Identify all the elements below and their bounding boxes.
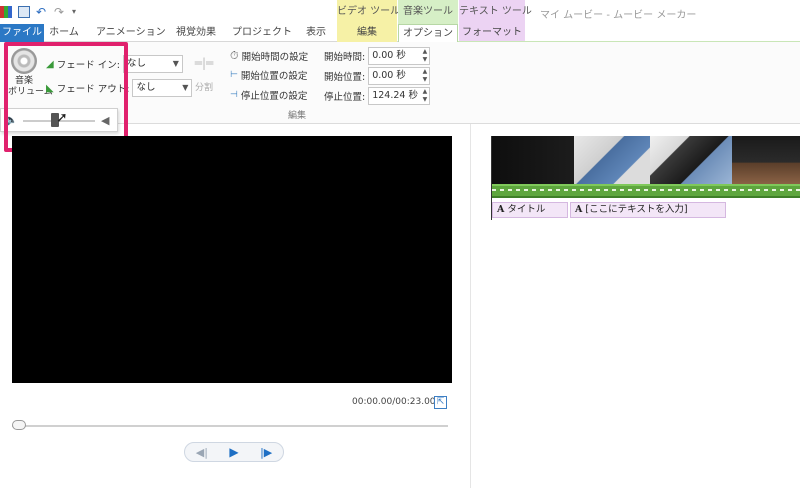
fade-in-select[interactable]: なし ▼ (122, 55, 183, 73)
tab-view[interactable]: 表示 (300, 24, 332, 42)
end-point-label: 停止位置: (324, 92, 366, 103)
music-volume-label-2: ボリューム (8, 87, 53, 97)
tab-animation[interactable]: アニメーション (96, 24, 166, 42)
tab-edit[interactable]: 編集 (337, 24, 397, 42)
clip-thumbnail[interactable] (732, 136, 800, 184)
set-end-point-icon: ⊣ (230, 90, 238, 100)
loud-speaker-icon: ◀ (101, 114, 110, 127)
chevron-down-icon: ▼ (172, 59, 179, 68)
split-button[interactable]: ═|═ 分割 (190, 56, 218, 93)
seek-thumb[interactable] (12, 420, 26, 430)
fade-in-icon: ◢ (46, 58, 54, 70)
music-volume-label-1: 音楽 (14, 76, 33, 86)
set-start-time-button[interactable]: 開始時間の設定 (242, 49, 309, 63)
previous-frame-icon[interactable]: ◀| (196, 446, 208, 459)
music-volume-button[interactable]: 音楽 ボリューム (8, 48, 53, 98)
playback-controls: ◀| ▶ |▶ (184, 442, 284, 462)
fade-out-label: フェード アウト: (56, 84, 130, 95)
save-icon[interactable] (18, 6, 30, 18)
start-time-input[interactable]: 0.00 秒 ▲ ▼ (368, 47, 431, 65)
fade-out-select[interactable]: なし ▼ (132, 79, 193, 97)
customize-toolbar-icon[interactable]: ▾ (72, 6, 84, 18)
context-label-video-tools: ビデオ ツール (337, 0, 400, 24)
mute-speaker-icon: 🔈 (5, 115, 18, 126)
fade-out-value: なし (136, 82, 156, 93)
fade-in-value: なし (126, 58, 146, 69)
set-start-point-button[interactable]: 開始位置の設定 (241, 68, 308, 82)
mouse-cursor-icon: ➚ (56, 110, 68, 126)
fade-out-icon: ◣ (46, 82, 54, 94)
title-bar: ↶ ↷ ▾ ビデオ ツール 音楽ツール テキスト ツール マイ ムービー - ム… (0, 0, 800, 24)
caption-title[interactable]: A タイトル (492, 202, 568, 218)
start-point-value: 0.00 秒 (372, 70, 406, 81)
tab-options[interactable]: オプション (398, 24, 458, 43)
seek-bar[interactable] (12, 425, 448, 427)
start-time-value: 0.00 秒 (372, 50, 406, 61)
tab-home[interactable]: ホーム (46, 24, 82, 42)
start-point-label: 開始位置: (324, 72, 366, 83)
tab-visual-effects[interactable]: 視覚効果 (170, 24, 222, 42)
music-track-bar[interactable] (492, 184, 800, 198)
tab-file[interactable]: ファイル (0, 24, 44, 42)
start-point-input[interactable]: 0.00 秒 ▲ ▼ (368, 67, 431, 85)
caption-title-text: タイトル (507, 204, 546, 215)
set-start-point-icon: ⊢ (230, 70, 238, 80)
caption-text-content: [ここにテキストを入力] (585, 204, 688, 215)
next-frame-icon[interactable]: |▶ (260, 446, 272, 459)
clip-thumbnail[interactable] (650, 136, 732, 184)
timecode: 00:00.00/00:23.00 (352, 397, 436, 407)
tab-project[interactable]: プロジェクト (232, 24, 292, 42)
caption-glyph: A (575, 204, 583, 215)
spinner-arrows-icon: ▲ ▼ (422, 68, 428, 83)
quick-access-toolbar: ↶ ↷ ▾ (0, 4, 84, 20)
fullscreen-icon[interactable]: ⇱ (434, 396, 447, 409)
undo-icon[interactable]: ↶ (36, 6, 48, 18)
split-icon: ═|═ (194, 56, 214, 70)
video-preview[interactable] (12, 136, 452, 383)
speaker-icon (11, 48, 37, 74)
ribbon: 音楽 ボリューム ◢ フェード イン: なし ▼ ◣ フェード アウト: なし … (0, 42, 800, 124)
end-point-input[interactable]: 124.24 秒 ▲ ▼ (368, 87, 431, 105)
start-time-label: 開始時間: (324, 52, 366, 63)
timeline-cursor[interactable] (491, 136, 492, 220)
group-label-edit: 編集 (288, 111, 307, 121)
context-label-music-tools: 音楽ツール (398, 0, 458, 24)
split-label: 分割 (194, 83, 213, 93)
app-title: マイ ムービー - ムービー メーカー (540, 10, 697, 21)
video-clip-strip[interactable] (492, 136, 800, 184)
app-icon[interactable] (0, 6, 12, 18)
clip-thumbnail[interactable] (574, 136, 650, 184)
set-end-point-button[interactable]: 停止位置の設定 (241, 88, 308, 102)
tab-format[interactable]: フォーマット (459, 24, 525, 42)
context-label-text-tools: テキスト ツール (459, 0, 532, 24)
spinner-arrows-icon: ▲ ▼ (422, 88, 428, 103)
fade-in-label: フェード イン: (56, 60, 120, 71)
redo-icon[interactable]: ↷ (54, 6, 66, 18)
chevron-down-icon: ▼ (182, 83, 189, 92)
spinner-arrows-icon: ▲ ▼ (422, 48, 428, 63)
clip-thumbnail[interactable] (492, 136, 574, 184)
ribbon-tabs: ファイル ホーム アニメーション 視覚効果 プロジェクト 表示 編集 オプション… (0, 24, 800, 43)
play-icon[interactable]: ▶ (229, 445, 238, 459)
pane-divider[interactable] (470, 124, 471, 488)
end-point-value: 124.24 秒 (372, 90, 418, 101)
caption-text[interactable]: A [ここにテキストを入力] (570, 202, 726, 218)
set-start-time-icon: ⏱ (230, 49, 239, 62)
music-track-pattern (492, 189, 800, 191)
caption-glyph: A (497, 204, 505, 215)
